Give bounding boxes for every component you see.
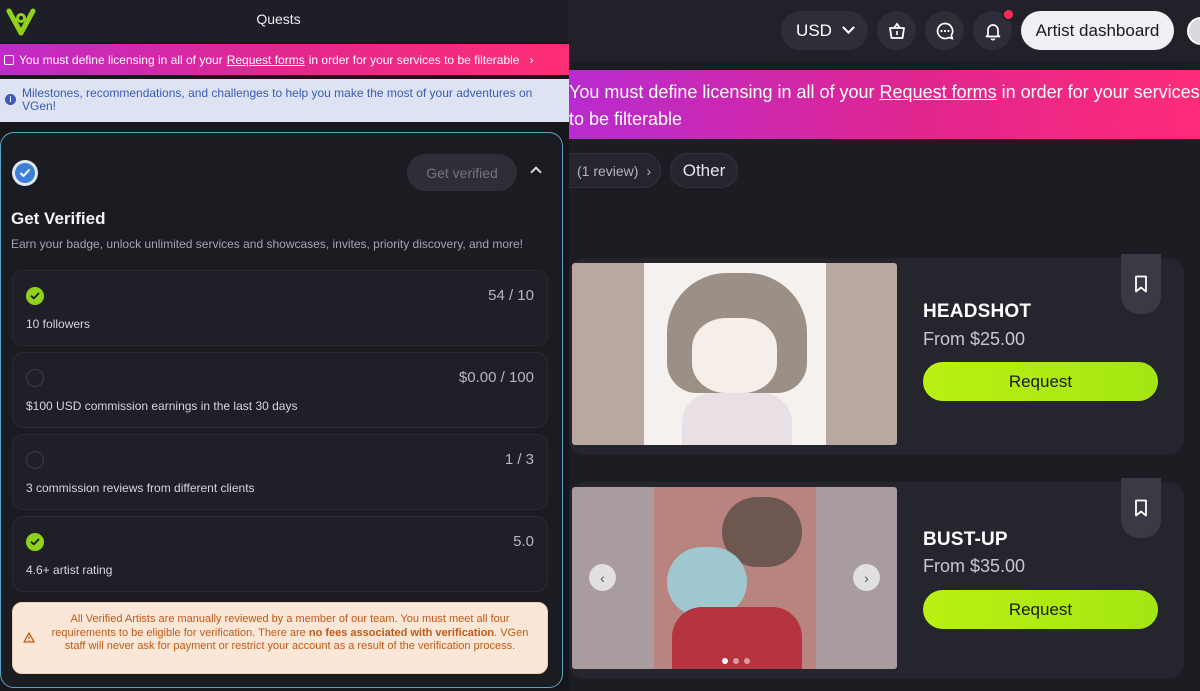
requirement-label: 3 commission reviews from different clie… (26, 481, 255, 495)
other-filter-chip[interactable]: Other (670, 153, 738, 188)
service-card[interactable]: HEADSHOT From $25.00 Request (569, 254, 1184, 455)
service-thumbnail[interactable] (572, 263, 897, 445)
chat-bubble-icon (936, 22, 954, 40)
banner-text-after: in order for your services to be filtera… (308, 52, 520, 67)
empty-circle-icon (26, 451, 44, 469)
page-title: Quests (256, 11, 301, 27)
check-circle-icon (26, 533, 44, 551)
requirement-label: 4.6+ artist rating (26, 563, 113, 577)
service-price: From $25.00 (923, 329, 1026, 349)
messages-button[interactable] (925, 11, 964, 50)
currency-selector[interactable]: USD (781, 11, 868, 50)
artist-dashboard-button[interactable]: Artist dashboard (1021, 11, 1174, 50)
quests-info-box: i Milestones, recommendations, and chall… (0, 79, 569, 122)
quest-title: Get Verified (11, 209, 106, 228)
notification-dot (1002, 8, 1015, 21)
verified-badge-icon (12, 160, 38, 186)
avatar[interactable] (1187, 17, 1200, 45)
requirement-progress: 5.0 (513, 533, 534, 550)
request-button[interactable]: Request (923, 590, 1158, 629)
request-forms-link[interactable]: Request forms (227, 53, 305, 67)
chevron-right-icon: › (529, 52, 534, 67)
chevron-up-icon[interactable] (530, 166, 542, 178)
warning-text-bold: no fees associated with verification (308, 626, 495, 639)
service-price: From $35.00 (923, 556, 1026, 576)
requirement-progress: 1 / 3 (504, 451, 534, 468)
service-title: BUST-UP (923, 529, 1008, 550)
requirement-progress: 54 / 10 (488, 287, 534, 304)
bookmark-icon (1135, 275, 1147, 293)
quests-header: Quests (0, 0, 569, 42)
chevron-down-icon (842, 21, 855, 35)
requirement-item: 5.0 4.6+ artist rating (12, 516, 548, 592)
quests-panel: Quests You must define licensing in all … (0, 0, 569, 691)
carousel-dots (722, 658, 750, 664)
reviews-chip-label: (1 review) (577, 162, 639, 179)
check-circle-icon (26, 287, 44, 305)
carousel-prev-button[interactable]: ‹ (589, 564, 616, 591)
carousel-next-button[interactable]: › (853, 564, 880, 591)
banner-text-before: You must define licensing in all of your (19, 52, 223, 67)
service-card[interactable]: ‹ › BUST-UP From $35.00 Request (569, 478, 1184, 679)
service-title: HEADSHOT (923, 301, 1032, 322)
requirement-item: $0.00 / 100 $100 USD commission earnings… (12, 352, 548, 428)
get-verified-quest-card: Get verified Get Verified Earn your badg… (0, 132, 563, 688)
info-icon: i (5, 94, 16, 105)
quest-subtitle: Earn your badge, unlock unlimited servic… (11, 237, 524, 251)
cart-button[interactable] (877, 11, 916, 50)
verification-warning: All Verified Artists are manually review… (12, 602, 548, 674)
banner-text-before: You must define licensing in all of your (569, 82, 875, 102)
request-button[interactable]: Request (923, 362, 1158, 401)
quests-info-text: Milestones, recommendations, and challen… (22, 86, 533, 113)
service-thumbnail[interactable]: ‹ › (572, 487, 897, 669)
bookmark-button[interactable] (1121, 478, 1161, 538)
bookmark-icon (1135, 499, 1147, 517)
currency-label: USD (796, 20, 832, 40)
request-forms-link[interactable]: Request forms (880, 82, 997, 102)
chevron-right-icon: › (646, 162, 652, 179)
shopping-bag-icon (888, 22, 905, 39)
requirement-item: 54 / 10 10 followers (12, 270, 548, 346)
bell-icon (985, 23, 1000, 40)
empty-circle-icon (26, 369, 44, 387)
licensing-banner[interactable]: You must define licensing in all of your… (0, 44, 569, 75)
requirement-label: 10 followers (26, 317, 91, 331)
requirement-progress: $0.00 / 100 (458, 369, 534, 386)
warning-triangle-icon (23, 632, 35, 643)
requirement-label: $100 USD commission earnings in the last… (26, 399, 298, 413)
get-verified-button[interactable]: Get verified (407, 154, 517, 191)
flag-icon (4, 54, 14, 65)
licensing-banner[interactable]: You must define licensing in all of your… (569, 70, 1200, 139)
bookmark-button[interactable] (1121, 254, 1161, 314)
requirement-item: 1 / 3 3 commission reviews from differen… (12, 434, 548, 510)
